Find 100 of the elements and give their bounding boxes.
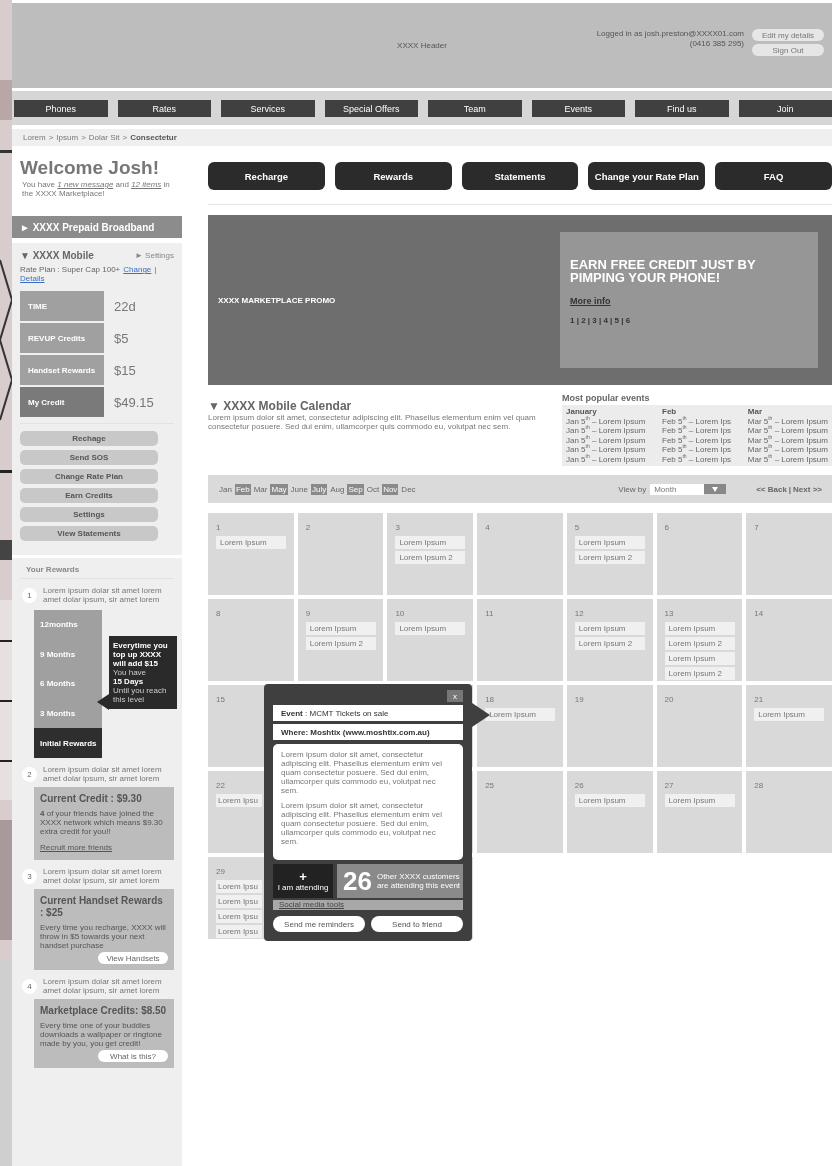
close-button[interactable]: x xyxy=(447,690,463,702)
calendar-event[interactable]: Lorem Ipsu xyxy=(216,910,262,923)
action-button[interactable]: Send SOS xyxy=(20,450,158,465)
calendar-event[interactable]: Lorem Ipsum 2 xyxy=(574,551,645,564)
calendar-event[interactable]: Lorem Ipsum xyxy=(664,652,735,665)
nav-button[interactable]: Find us xyxy=(635,100,729,117)
nav-button[interactable]: Events xyxy=(531,100,625,117)
plan-link[interactable]: Details xyxy=(20,274,45,283)
month-link[interactable]: Aug xyxy=(329,483,346,495)
card-button[interactable]: View Handsets xyxy=(98,952,168,964)
section-header[interactable]: ▼ XXXX Mobile xyxy=(20,248,94,262)
plan-link[interactable]: Change xyxy=(123,265,152,274)
month-link[interactable]: Mar xyxy=(252,483,269,495)
popup-button[interactable]: Send me reminders xyxy=(273,916,365,932)
calendar-event[interactable]: Lorem Ipsum xyxy=(574,794,645,807)
calendar-event[interactable]: Lorem Ipsu xyxy=(216,880,262,893)
message-link[interactable]: 12 items xyxy=(131,180,162,189)
calendar-event[interactable]: Lorem Ipsum xyxy=(574,536,645,549)
event-item[interactable]: Jan 5$^{th}$ – Lorem Ipsum xyxy=(566,454,646,464)
popup-button[interactable]: Send to friend xyxy=(371,916,463,932)
month-link[interactable]: June xyxy=(289,483,309,495)
back-link[interactable]: << Back xyxy=(756,484,787,494)
month-link[interactable]: Sep xyxy=(347,483,364,495)
stat-label: Handset Rewards xyxy=(20,355,104,385)
calendar-event[interactable]: Lorem Ipsu xyxy=(216,794,262,807)
event-item[interactable]: Mar 5$^{th}$ – Lorem Ipsum xyxy=(747,435,828,445)
event-item[interactable]: Mar 5$^{th}$ – Lorem Ipsum xyxy=(747,445,828,455)
tab-button[interactable]: Rewards xyxy=(334,162,452,190)
month-link[interactable]: Feb xyxy=(234,483,251,495)
month-link[interactable]: Jan xyxy=(218,483,233,495)
nav-button[interactable]: Rates xyxy=(117,100,211,117)
event-item[interactable]: Feb 5$^{th}$ – Lorem Ips xyxy=(662,445,732,455)
header-button[interactable]: Edit my details xyxy=(752,29,824,41)
nav-button[interactable]: Services xyxy=(221,100,315,117)
event-item[interactable]: Jan 5$^{th}$ – Lorem Ipsum xyxy=(566,426,646,436)
card-link[interactable]: Recruit more friends xyxy=(40,843,113,852)
calendar-event[interactable]: Lorem Ipsum xyxy=(664,622,735,635)
calendar-event[interactable]: Lorem Ipsum xyxy=(754,708,825,721)
tab-button[interactable]: Recharge xyxy=(208,162,325,190)
action-button[interactable]: Earn Credits xyxy=(20,488,158,503)
calendar-event[interactable]: Lorem Ipsu xyxy=(216,895,262,908)
month-link[interactable]: Oct xyxy=(365,483,381,495)
view-select[interactable]: Month xyxy=(650,483,705,495)
calendar-event[interactable]: Lorem Ipsum 2 xyxy=(305,637,376,650)
section-header[interactable]: ► XXXX Prepaid Broadband xyxy=(12,216,182,238)
message-link[interactable]: 1 new message xyxy=(57,180,114,189)
breadcrumb-link[interactable]: Lorem xyxy=(23,133,46,142)
event-name: Event : MCMT Tickets on sale xyxy=(273,705,463,721)
calendar-event[interactable]: Lorem Ipsum 2 xyxy=(664,667,735,680)
stat-label: REVUP Credits xyxy=(20,323,104,353)
breadcrumb-link[interactable]: Consectetur xyxy=(130,133,177,142)
nav-button[interactable]: Team xyxy=(428,100,522,117)
calendar-event[interactable]: Lorem Ipsum 2 xyxy=(664,637,735,650)
slide-pager[interactable]: 1 | 2 | 3 | 4 | 5 | 6 xyxy=(570,316,808,325)
event-item[interactable]: Feb 5$^{th}$ – Lorem Ips xyxy=(662,435,732,445)
stat-value: $5 xyxy=(114,330,129,346)
event-item[interactable]: Feb 5$^{th}$ – Lorem Ips xyxy=(662,416,732,426)
welcome-heading: Welcome Josh! xyxy=(20,158,161,178)
month-link[interactable]: May xyxy=(270,483,288,495)
tab-button[interactable]: Statements xyxy=(461,162,579,190)
event-item[interactable]: Feb 5$^{th}$ – Lorem Ips xyxy=(662,426,732,436)
calendar-event[interactable]: Lorem Ipsum xyxy=(664,794,735,807)
header-button[interactable]: Sign Out xyxy=(752,44,824,56)
event-item[interactable]: Feb 5$^{th}$ – Lorem Ips xyxy=(662,454,732,464)
tab-button[interactable]: FAQ xyxy=(715,162,832,190)
calendar-event[interactable]: Lorem Ipsum xyxy=(305,622,376,635)
event-item[interactable]: Jan 5$^{th}$ – Lorem Ipsum xyxy=(566,435,646,445)
event-item[interactable]: Mar 5$^{th}$ – Lorem Ipsum xyxy=(747,426,828,436)
month-link[interactable]: Dec xyxy=(400,483,417,495)
social-media-link[interactable]: Social media tools xyxy=(273,900,463,910)
event-item[interactable]: Jan 5$^{th}$ – Lorem Ipsum xyxy=(566,445,646,455)
month-link[interactable]: Nov xyxy=(382,483,399,495)
tab-button[interactable]: Change your Rate Plan xyxy=(588,162,706,190)
settings-link[interactable]: ► Settings xyxy=(134,250,174,260)
nav-button[interactable]: Join xyxy=(738,100,832,117)
month-link[interactable]: July xyxy=(310,483,328,495)
next-link[interactable]: Next >> xyxy=(793,484,822,494)
nav-button[interactable]: Special Offers xyxy=(324,100,418,117)
calendar-event[interactable]: Lorem Ipsum xyxy=(574,622,645,635)
nav-button[interactable]: Phones xyxy=(14,100,108,117)
calendar-event[interactable]: Lorem Ipsum 2 xyxy=(395,551,466,564)
attend-button[interactable]: + I am attending xyxy=(273,864,333,898)
event-item[interactable]: Jan 5$^{th}$ – Lorem Ipsum xyxy=(566,416,646,426)
event-item[interactable]: Mar 5$^{th}$ – Lorem Ipsum xyxy=(747,416,828,426)
calendar-event[interactable]: Lorem Ipsu xyxy=(216,925,262,938)
calendar-event[interactable]: Lorem Ipsum xyxy=(395,622,466,635)
action-button[interactable]: Settings xyxy=(20,507,158,522)
breadcrumb-link[interactable]: Ipsum xyxy=(56,133,79,142)
calendar-event[interactable]: Lorem Ipsum xyxy=(216,536,286,549)
calendar-event[interactable]: Lorem Ipsum xyxy=(395,536,466,549)
action-button[interactable]: Change Rate Plan xyxy=(20,469,158,484)
breadcrumb-link[interactable]: Dolar Sit xyxy=(88,133,120,142)
calendar-event[interactable]: Lorem Ipsum 2 xyxy=(574,637,645,650)
card-button[interactable]: What is this? xyxy=(98,1050,168,1062)
event-item[interactable]: Mar 5$^{th}$ – Lorem Ipsum xyxy=(747,454,828,464)
calendar-event[interactable]: Lorem Ipsum xyxy=(485,708,556,721)
action-button[interactable]: Rechage xyxy=(20,431,158,446)
more-info-link[interactable]: More info xyxy=(570,296,611,306)
attendee-text: Other XXXX customers are attending this event xyxy=(376,872,462,890)
action-button[interactable]: View Statements xyxy=(20,526,158,541)
